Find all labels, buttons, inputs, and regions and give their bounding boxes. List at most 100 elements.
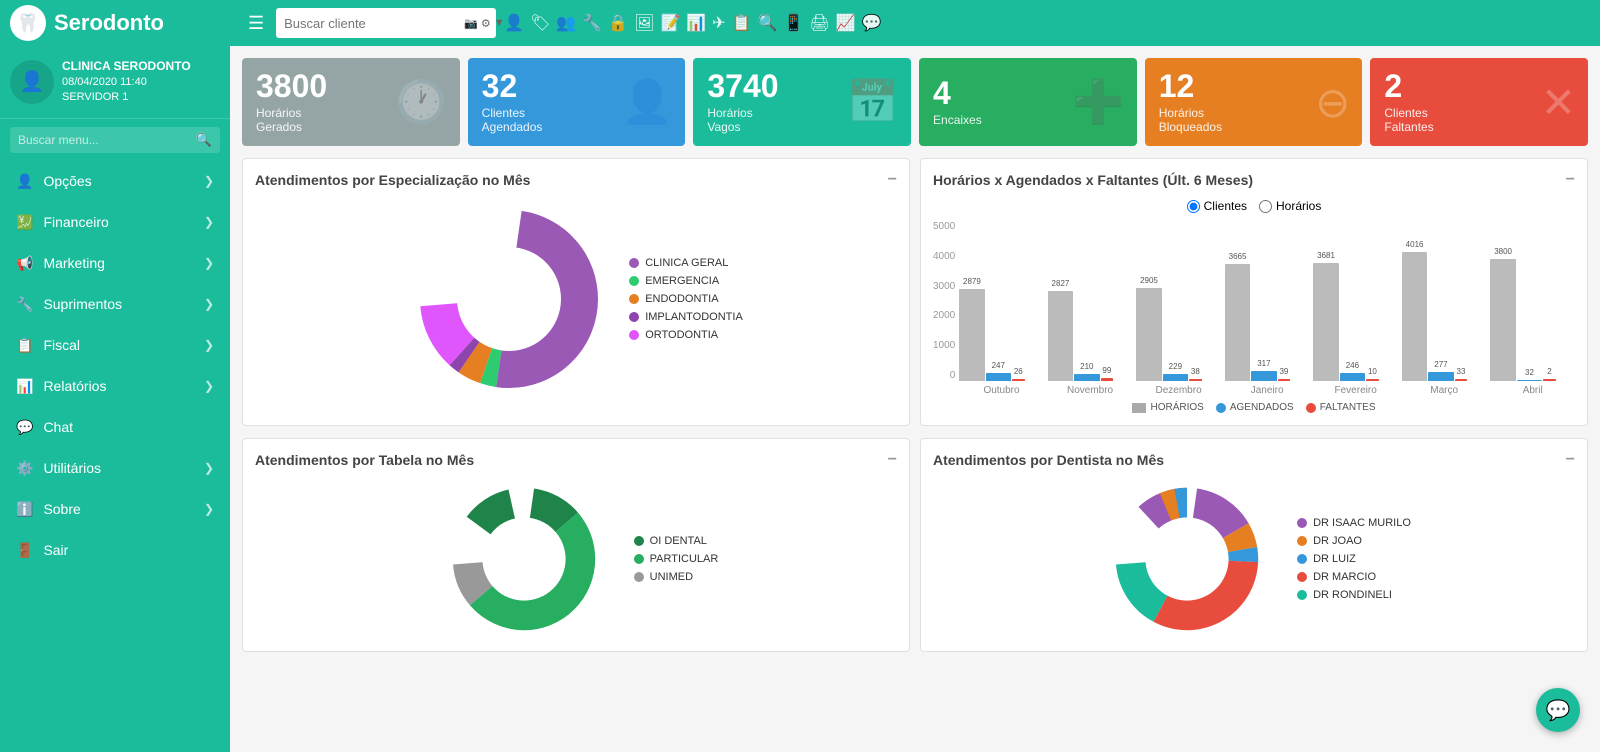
chart-dentista-header: Atendimentos por Dentista no Mês − — [933, 451, 1575, 469]
chart-especializacao-minimize[interactable]: − — [888, 171, 897, 189]
chart-horarios-minimize[interactable]: − — [1566, 171, 1575, 189]
bar-faltantes-3: 39 — [1278, 379, 1291, 381]
bar-value-agendados-2: 229 — [1169, 362, 1182, 371]
legend-emergencia: EMERGENCIA — [629, 275, 743, 287]
sidebar-search-input[interactable] — [18, 133, 196, 147]
emergencia-label: EMERGENCIA — [645, 275, 719, 287]
agendados-legend-label: AGENDADOS — [1230, 402, 1294, 413]
nav-btn-8[interactable]: 📊 — [686, 13, 706, 33]
nav-btn-13[interactable]: 🖨 — [809, 13, 829, 33]
bar-group-Janeiro: 366531739 — [1225, 264, 1310, 381]
legend-unimed: UNIMED — [634, 571, 719, 583]
top-search-input[interactable] — [284, 16, 460, 31]
barcode-icon: 📷 — [464, 17, 478, 30]
unimed-label: UNIMED — [650, 571, 693, 583]
bar-horarios-6: 3800 — [1490, 259, 1515, 381]
radio-clientes-input[interactable] — [1187, 200, 1200, 213]
opcoes-icon: 👤 — [16, 173, 33, 190]
radio-horarios[interactable]: Horários — [1259, 199, 1321, 213]
legend-horarios: HORÁRIOS — [1132, 402, 1203, 413]
x-tick-Dezembro: Dezembro — [1136, 385, 1221, 396]
bar-agendados-4: 246 — [1340, 373, 1365, 381]
radio-horarios-input[interactable] — [1259, 200, 1272, 213]
nav-btn-11[interactable]: 🔍 — [758, 13, 778, 33]
clientes-faltantes-number: 2 — [1384, 70, 1433, 102]
horarios-gerados-number: 3800 — [256, 70, 327, 102]
financeiro-arrow: ❯ — [204, 215, 214, 229]
nav-btn-15[interactable]: 💬 — [862, 13, 882, 33]
endodontia-dot — [629, 294, 639, 304]
nav-btn-5[interactable]: 🔒 — [608, 13, 628, 33]
bar-value-horarios-3: 3665 — [1229, 252, 1247, 261]
sidebar-item-marketing[interactable]: 📢Marketing ❯ — [0, 243, 230, 284]
top-search-bar: 📷 ⚙ ▼ — [276, 8, 496, 38]
nav-btn-6[interactable]: 🖼 — [634, 13, 654, 33]
nav-btn-7[interactable]: 📝 — [660, 13, 680, 33]
stat-card-horarios-gerados: 3800 HoráriosGerados 🕐 — [242, 58, 460, 146]
hamburger-button[interactable]: ☰ — [248, 13, 264, 34]
avatar: 👤 — [10, 60, 54, 104]
legend-dr-marcio: DR MARCIO — [1297, 571, 1411, 583]
sidebar: 👤 CLINICA SERODONTO 08/04/2020 11:40 SER… — [0, 46, 230, 752]
chart-dentista-minimize[interactable]: − — [1566, 451, 1575, 469]
user-section: 👤 CLINICA SERODONTO 08/04/2020 11:40 SER… — [0, 46, 230, 119]
horarios-bloqueados-icon: ⊖ — [1315, 78, 1350, 127]
sidebar-item-suprimentos[interactable]: 🔧Suprimentos ❯ — [0, 284, 230, 325]
sidebar-item-sair[interactable]: 🚪Sair — [0, 530, 230, 571]
suprimentos-icon: 🔧 — [16, 296, 33, 313]
bar-group-Abril: 3800322 — [1490, 259, 1575, 381]
radio-clientes[interactable]: Clientes — [1187, 199, 1247, 213]
chat-fab-button[interactable]: 💬 — [1536, 688, 1580, 732]
nav-btn-12[interactable]: 📱 — [784, 13, 804, 33]
sobre-icon: ℹ️ — [16, 501, 33, 518]
clinica-geral-dot — [629, 258, 639, 268]
horarios-vagos-number: 3740 — [707, 70, 778, 102]
nav-btn-14[interactable]: 📈 — [836, 13, 856, 33]
bar-value-faltantes-1: 99 — [1102, 366, 1111, 375]
bar-value-faltantes-3: 39 — [1279, 367, 1288, 376]
dr-rondineli-dot — [1297, 590, 1307, 600]
bar-horarios-3: 3665 — [1225, 264, 1250, 381]
particular-dot — [634, 554, 644, 564]
user-info: CLINICA SERODONTO 08/04/2020 11:40 SERVI… — [62, 58, 191, 106]
bar-agendados-3: 317 — [1251, 371, 1276, 381]
sidebar-item-financeiro[interactable]: 💹Financeiro ❯ — [0, 202, 230, 243]
bar-faltantes-2: 38 — [1189, 379, 1202, 381]
stat-cards-row: 3800 HoráriosGerados 🕐 32 ClientesAgenda… — [242, 58, 1588, 146]
chart-horarios-title: Horários x Agendados x Faltantes (Últ. 6… — [933, 172, 1253, 188]
settings-icon: ⚙ — [481, 17, 491, 30]
bar-agendados-2: 229 — [1163, 374, 1188, 381]
chart-tabela-minimize[interactable]: − — [888, 451, 897, 469]
donut-especializacao-legend: CLINICA GERAL EMERGENCIA ENDODONTIA — [629, 257, 743, 341]
bar-value-horarios-0: 2879 — [963, 277, 981, 286]
sidebar-item-fiscal[interactable]: 📋Fiscal ❯ — [0, 325, 230, 366]
bar-value-horarios-5: 4016 — [1406, 240, 1424, 249]
bar-faltantes-0: 26 — [1012, 379, 1025, 381]
sidebar-item-chat[interactable]: 💬Chat — [0, 407, 230, 448]
user-date: 08/04/2020 11:40 — [62, 75, 191, 90]
bar-horarios-4: 3681 — [1313, 263, 1338, 381]
encaixes-label: Encaixes — [933, 113, 982, 127]
bar-horarios-1: 2827 — [1048, 291, 1073, 381]
chart-especializacao-title: Atendimentos por Especialização no Mês — [255, 172, 530, 188]
legend-endodontia: ENDODONTIA — [629, 293, 743, 305]
nav-btn-9[interactable]: ✈ — [712, 13, 725, 33]
nav-btn-3[interactable]: 👥 — [556, 13, 576, 33]
sidebar-item-utilitarios[interactable]: ⚙️Utilitários ❯ — [0, 448, 230, 489]
y-tick-1000: 1000 — [933, 340, 955, 351]
legend-faltantes: FALTANTES — [1306, 402, 1376, 413]
y-tick-2000: 2000 — [933, 310, 955, 321]
sidebar-item-relatorios[interactable]: 📊Relatórios ❯ — [0, 366, 230, 407]
charts-row-2: Atendimentos por Tabela no Mês − OI DENT… — [242, 438, 1588, 652]
sidebar-item-sobre[interactable]: ℹ️Sobre ❯ — [0, 489, 230, 530]
horarios-gerados-icon: 🕐 — [395, 78, 447, 127]
nav-btn-4[interactable]: 🔧 — [582, 13, 602, 33]
fiscal-arrow: ❯ — [204, 338, 214, 352]
nav-btn-10[interactable]: 📋 — [732, 13, 752, 33]
faltantes-legend-label: FALTANTES — [1320, 402, 1376, 413]
nav-btn-1[interactable]: 👤 — [504, 13, 524, 33]
stat-card-horarios-bloqueados: 12 HoráriosBloqueados ⊖ — [1145, 58, 1363, 146]
nav-btn-2[interactable]: 🏷 — [530, 13, 550, 33]
sidebar-item-opcoes[interactable]: 👤Opções ❯ — [0, 161, 230, 202]
horarios-vagos-icon: 📅 — [847, 78, 899, 127]
